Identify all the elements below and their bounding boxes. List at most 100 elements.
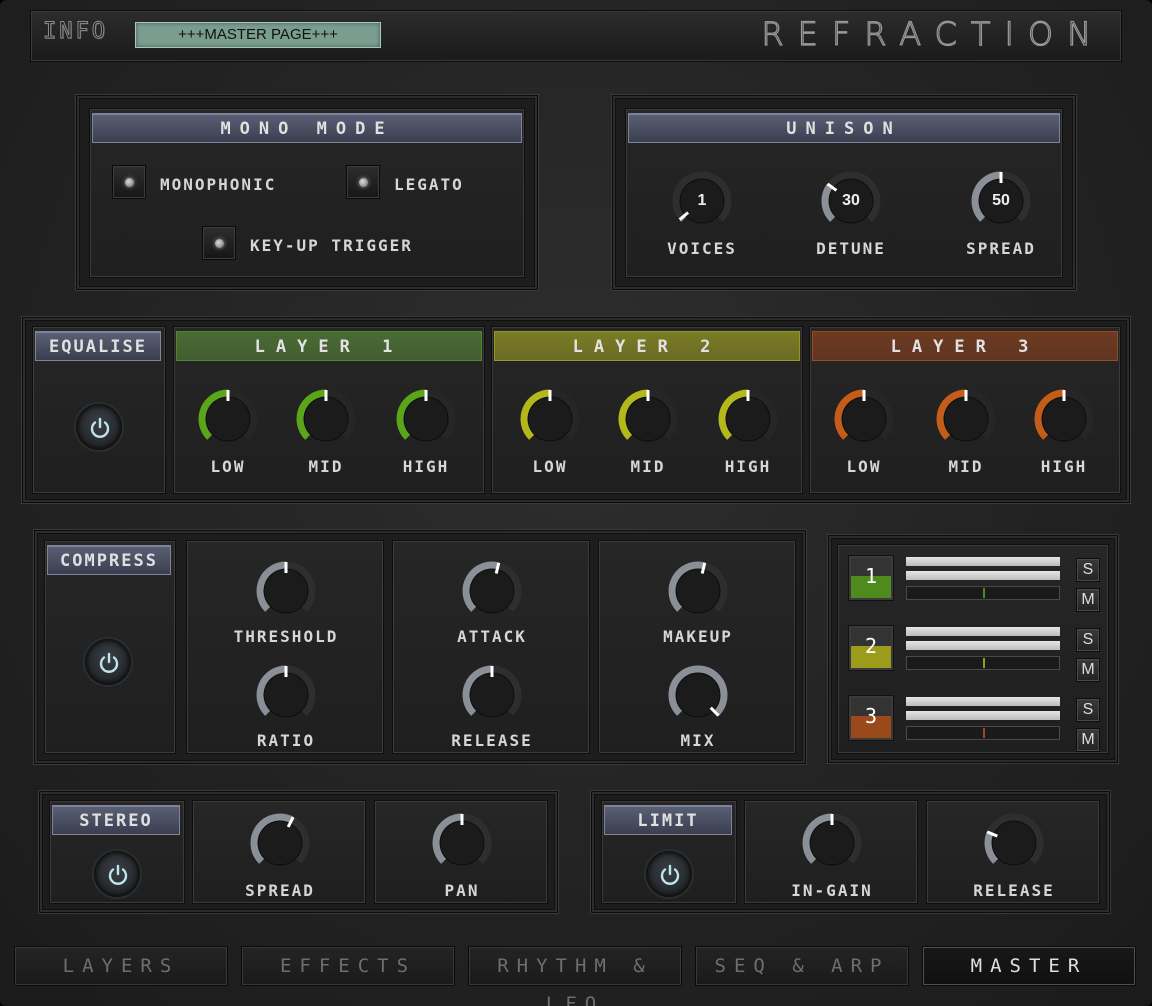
equalise-power-button[interactable] (76, 404, 122, 450)
compress-title: COMPRESS (47, 545, 171, 575)
eq-layer-3-mid-label: MID (948, 457, 984, 476)
layer-3-solo-button[interactable]: S (1076, 698, 1100, 722)
eq-layer-2: LAYER 2 LOW MID HIGH (491, 326, 803, 494)
voices-knob[interactable]: 1 (670, 169, 734, 233)
eq-layer-2-low-label: LOW (532, 457, 568, 476)
eq-layer-1-high-knob[interactable] (394, 387, 458, 451)
knob-dial-icon (432, 813, 492, 866)
tab-rhythm-lfo[interactable]: RHYTHM & LFO (468, 946, 682, 1006)
refraction-logo: REFRACTION (761, 14, 1105, 53)
slider-thumb[interactable] (983, 658, 985, 668)
compress-release-label: RELEASE (451, 731, 533, 750)
key-up-trigger-toggle[interactable] (202, 226, 236, 260)
makeup-label: MAKEUP (663, 627, 733, 646)
eq-layer-1-title: LAYER 1 (176, 331, 482, 361)
knob-dial-icon (984, 813, 1044, 866)
knob-dial-icon (396, 389, 456, 442)
limit-release-label: RELEASE (973, 881, 1055, 900)
layer-2-mute-button[interactable]: M (1076, 658, 1100, 682)
knob-dial-icon (802, 813, 862, 866)
knob-dial-icon (256, 665, 316, 718)
legato-label: LEGATO (394, 175, 464, 194)
layer-1-mute-button[interactable]: M (1076, 588, 1100, 612)
mono-mode-title: MONO MODE (92, 113, 522, 143)
tab-layers[interactable]: LAYERS (14, 946, 228, 986)
knob-dial-icon (668, 665, 728, 718)
pan-label: PAN (444, 881, 480, 900)
power-icon (90, 417, 110, 438)
eq-layer-1-high-label: HIGH (402, 457, 450, 476)
equalise-panel: EQUALISE LAYER 1 LOW MID HIGH LAYER 2 LO… (22, 317, 1130, 503)
spread-knob[interactable]: 50 (969, 169, 1033, 233)
eq-layer-2-high-knob[interactable] (716, 387, 780, 451)
stereo-power-button[interactable] (94, 851, 140, 897)
tab-effects[interactable]: EFFECTS (241, 946, 455, 986)
layer-1-solo-button[interactable]: S (1076, 558, 1100, 582)
ratio-knob[interactable] (254, 663, 318, 727)
layer-1-pan-slider[interactable] (906, 586, 1060, 600)
info-label: INFO (43, 19, 108, 45)
layer-3-mute-button[interactable]: M (1076, 728, 1100, 752)
detune-value: 30 (842, 192, 860, 209)
knob-dial-icon (936, 389, 996, 442)
power-icon (660, 864, 680, 885)
limit-title: LIMIT (604, 805, 732, 835)
tab-master[interactable]: MASTER (922, 946, 1136, 986)
monophonic-toggle[interactable] (112, 165, 146, 199)
eq-layer-3: LAYER 3 LOW MID HIGH (809, 326, 1121, 494)
eq-layer-2-mid-knob[interactable] (616, 387, 680, 451)
threshold-knob[interactable] (254, 559, 318, 623)
eq-layer-1-mid-knob[interactable] (294, 387, 358, 451)
release-knob[interactable] (460, 663, 524, 727)
unison-panel: UNISON 1 VOICES 30 DETUNE 50 SPREAD (612, 95, 1076, 290)
knob-dial-icon (462, 665, 522, 718)
layer-1-select-button[interactable]: 1 (848, 555, 894, 601)
header-bar: INFO +++MASTER PAGE+++ REFRACTION (30, 10, 1122, 62)
tab-seq-arp[interactable]: SEQ & ARP (695, 946, 909, 986)
eq-layer-2-low-knob[interactable] (518, 387, 582, 451)
eq-layer-3-mid-knob[interactable] (934, 387, 998, 451)
layer-1-level-meter (906, 557, 1060, 566)
layer-2-solo-button[interactable]: S (1076, 628, 1100, 652)
knob-dial-icon (462, 561, 522, 614)
layer-2-select-button[interactable]: 2 (848, 625, 894, 671)
power-icon (99, 652, 119, 673)
layer-3-select-button[interactable]: 3 (848, 695, 894, 741)
eq-layer-2-high-label: HIGH (724, 457, 772, 476)
knob-dial-icon (618, 389, 678, 442)
limit-release-knob[interactable] (982, 811, 1046, 875)
layer-3-pan-slider[interactable] (906, 726, 1060, 740)
detune-knob[interactable]: 30 (819, 169, 883, 233)
voices-value: 1 (697, 192, 707, 209)
knob-dial-icon (198, 389, 258, 442)
pan-knob[interactable] (430, 811, 494, 875)
attack-knob[interactable] (460, 559, 524, 623)
mix-knob[interactable] (666, 663, 730, 727)
knob-dial-icon (718, 389, 778, 442)
info-display: +++MASTER PAGE+++ (135, 22, 381, 48)
slider-thumb[interactable] (983, 728, 985, 738)
attack-label: ATTACK (457, 627, 527, 646)
compress-power-button[interactable] (85, 639, 131, 685)
stereo-title: STEREO (52, 805, 180, 835)
in-gain-knob[interactable] (800, 811, 864, 875)
compress-panel: COMPRESS THRESHOLD RATIO ATTACK RELEASE … (34, 530, 806, 764)
slider-thumb[interactable] (983, 588, 985, 598)
stereo-spread-knob[interactable] (248, 811, 312, 875)
eq-layer-1: LAYER 1 LOW MID HIGH (173, 326, 485, 494)
eq-layer-3-title: LAYER 3 (812, 331, 1118, 361)
legato-toggle[interactable] (346, 165, 380, 199)
key-up-trigger-label: KEY-UP TRIGGER (250, 236, 413, 255)
equalise-title: EQUALISE (35, 331, 161, 361)
eq-layer-3-low-knob[interactable] (832, 387, 896, 451)
eq-layer-3-high-knob[interactable] (1032, 387, 1096, 451)
makeup-knob[interactable] (666, 559, 730, 623)
limit-power-button[interactable] (646, 851, 692, 897)
eq-layer-1-low-knob[interactable] (196, 387, 260, 451)
layer-mixer-panel: 1SM2SM3SM (828, 535, 1118, 763)
layer-2-pan-slider[interactable] (906, 656, 1060, 670)
eq-layer-1-low-label: LOW (210, 457, 246, 476)
mono-mode-panel: MONO MODE MONOPHONIC LEGATO KEY-UP TRIGG… (76, 95, 538, 290)
layer-2-level-meter (906, 641, 1060, 650)
layer-3-level-meter (906, 697, 1060, 706)
